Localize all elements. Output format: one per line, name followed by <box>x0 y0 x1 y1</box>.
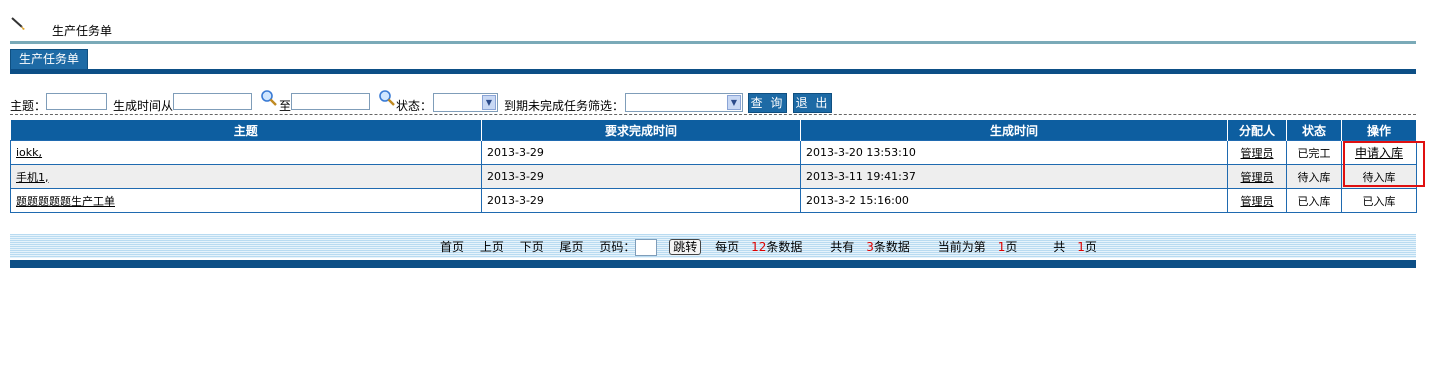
prev-page-link[interactable]: 上页 <box>480 240 504 254</box>
first-page-link[interactable]: 首页 <box>440 240 464 254</box>
created-to-input[interactable] <box>291 93 370 110</box>
search-calendar-icon[interactable] <box>378 89 396 107</box>
created-cell: 2013-3-2 15:16:00 <box>800 188 1228 213</box>
filter-bar: 主题： 生成时间从 至 状态： ▼ 到期未完成任务筛选： ▼ 查 询 退 出 <box>10 89 1416 114</box>
apply-stock-in-link[interactable]: 申请入库 <box>1355 146 1403 160</box>
column-header: 状态 <box>1286 120 1342 141</box>
status-cell: 已完工 <box>1286 140 1342 165</box>
action-cell: 已入库 <box>1341 188 1417 213</box>
status-select[interactable]: ▼ <box>433 93 498 112</box>
total-info: 共有 3条数据 <box>830 240 910 254</box>
chevron-down-icon[interactable]: ▼ <box>482 95 496 110</box>
page-title: 生产任务单 <box>52 24 113 38</box>
due-cell: 2013-3-29 <box>481 164 801 189</box>
chevron-down-icon[interactable]: ▼ <box>727 95 741 110</box>
column-header: 分配人 <box>1227 120 1287 141</box>
subject-link[interactable]: iokk, <box>16 146 42 159</box>
due-cell: 2013-3-29 <box>481 140 801 165</box>
subject-label: 主题： <box>10 99 47 113</box>
created-cell: 2013-3-20 13:53:10 <box>800 140 1228 165</box>
column-header: 生成时间 <box>800 120 1228 141</box>
page-header: 生产任务单 <box>10 14 410 38</box>
next-page-link[interactable]: 下页 <box>520 240 544 254</box>
created-from-label: 生成时间从 <box>113 99 174 113</box>
table-row: 题题题题题生产工单 2013-3-29 2013-3-2 15:16:00 管理… <box>10 188 1417 213</box>
subject-link[interactable]: 手机1, <box>16 171 49 184</box>
column-header: 要求完成时间 <box>481 120 801 141</box>
assignee-link[interactable]: 管理员 <box>1241 147 1274 160</box>
page-label: 页码： <box>599 240 636 254</box>
current-page-info: 当前为第 1页 <box>937 240 1018 254</box>
pen-icon <box>11 17 25 30</box>
page-number-input[interactable] <box>635 239 658 256</box>
last-page-link[interactable]: 尾页 <box>560 240 584 254</box>
divider <box>10 260 1416 268</box>
table-row: 手机1, 2013-3-29 2013-3-11 19:41:37 管理员 待入… <box>10 164 1417 189</box>
query-button[interactable]: 查 询 <box>748 93 787 113</box>
total-pages-info: 共 1页 <box>1053 240 1097 254</box>
table-header-row: 主题 要求完成时间 生成时间 分配人 状态 操作 <box>10 120 1417 141</box>
created-from-input[interactable] <box>173 93 252 110</box>
created-cell: 2013-3-11 19:41:37 <box>800 164 1228 189</box>
to-label: 至 <box>279 99 292 113</box>
due-filter-select[interactable]: ▼ <box>625 93 743 112</box>
tab-production-order[interactable]: 生产任务单 <box>10 49 89 70</box>
status-label: 状态： <box>396 99 433 113</box>
due-filter-label: 到期未完成任务筛选： <box>504 99 625 113</box>
divider <box>10 114 1416 115</box>
exit-button[interactable]: 退 出 <box>793 93 832 113</box>
pagination-bar: 首页 上页 下页 尾页 页码： 跳转 每页 12条数据 共有 3条数据 当前为第 1页… <box>10 234 1416 258</box>
subject-input[interactable] <box>46 93 107 110</box>
column-header: 操作 <box>1341 120 1417 141</box>
assignee-link[interactable]: 管理员 <box>1241 195 1274 208</box>
status-cell: 已入库 <box>1286 188 1342 213</box>
table-row: iokk, 2013-3-29 2013-3-20 13:53:10 管理员 已… <box>10 140 1417 165</box>
per-page-info: 每页 12条数据 <box>715 240 803 254</box>
subject-link[interactable]: 题题题题题生产工单 <box>16 195 115 208</box>
action-cell: 待入库 <box>1341 164 1417 189</box>
status-cell: 待入库 <box>1286 164 1342 189</box>
column-header: 主题 <box>10 120 482 141</box>
task-table: 主题 要求完成时间 生成时间 分配人 状态 操作 iokk, 2013-3-29… <box>10 120 1417 213</box>
go-button[interactable]: 跳转 <box>669 239 702 255</box>
divider <box>10 69 1416 74</box>
assignee-link[interactable]: 管理员 <box>1241 171 1274 184</box>
search-calendar-icon[interactable] <box>260 89 278 107</box>
divider <box>10 41 1416 44</box>
due-cell: 2013-3-29 <box>481 188 801 213</box>
